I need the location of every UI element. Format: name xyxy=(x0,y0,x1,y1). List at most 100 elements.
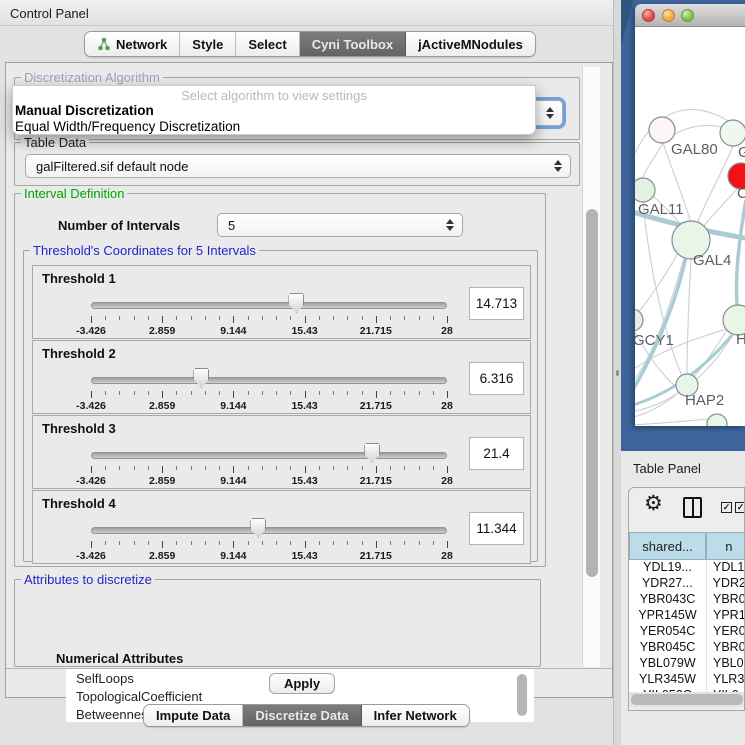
checkbox-icon[interactable]: ✓ xyxy=(721,502,732,513)
table-row[interactable]: YBR045CYBR0 xyxy=(629,640,745,656)
slider-tick xyxy=(148,541,149,545)
menu-item-manual-discretization[interactable]: Manual Discretization xyxy=(15,103,154,118)
table-row[interactable]: YER054CYER0 xyxy=(629,624,745,640)
close-traffic-icon[interactable] xyxy=(642,9,655,22)
table-row[interactable]: YDR27...YDR2 xyxy=(629,576,745,592)
slider-thumb[interactable] xyxy=(193,368,209,388)
slider-tick xyxy=(290,466,291,470)
axis-tick-label: 9.144 xyxy=(209,325,257,337)
slider-track[interactable] xyxy=(91,377,447,384)
slider-tick xyxy=(390,316,391,320)
zoom-traffic-icon[interactable] xyxy=(681,9,694,22)
threshold-1-value-field[interactable]: 14.713 xyxy=(469,287,524,320)
tab-select[interactable]: Select xyxy=(236,32,299,56)
threshold-3-slider: -3.4262.8599.14415.4321.71528 xyxy=(89,440,449,488)
axis-tick-label: 9.144 xyxy=(209,475,257,487)
tab-discretize-data[interactable]: Discretize Data xyxy=(243,705,361,726)
tab-style-label: Style xyxy=(192,37,223,52)
threshold-3-value-field[interactable]: 21.4 xyxy=(469,437,524,470)
slider-tick xyxy=(176,466,177,470)
columns-icon[interactable] xyxy=(683,497,702,518)
slider-tick xyxy=(333,316,334,320)
tab-style[interactable]: Style xyxy=(180,32,236,56)
panel-scrollbar[interactable] xyxy=(582,67,600,667)
slider-tick xyxy=(290,541,291,545)
table-data-combobox[interactable]: galFiltered.sif default node xyxy=(25,154,571,178)
threshold-2-slider: -3.4262.8599.14415.4321.71528 xyxy=(89,365,449,413)
slider-track[interactable] xyxy=(91,302,447,309)
slider-tick xyxy=(433,316,434,320)
minimize-traffic-icon[interactable] xyxy=(662,9,675,22)
screenshot-stage: Control Panel ✕ Network Style Select xyxy=(0,0,745,745)
gear-icon[interactable]: ⚙ xyxy=(644,491,663,516)
table-hscrollbar-thumb[interactable] xyxy=(631,694,743,705)
node-bottom[interactable] xyxy=(707,414,727,426)
slider-thumb[interactable] xyxy=(288,293,304,313)
slider-tick xyxy=(290,391,291,395)
slider-tick xyxy=(262,466,263,470)
slider-tick xyxy=(162,466,163,473)
list-scrollbar-thumb[interactable] xyxy=(517,674,527,716)
tab-cyni-toolbox[interactable]: Cyni Toolbox xyxy=(300,32,406,56)
table-row[interactable]: YBL079WYBL0 xyxy=(629,656,745,672)
threshold-2-value-field[interactable]: 6.316 xyxy=(469,362,524,395)
threshold-4-value-field[interactable]: 11.344 xyxy=(469,512,524,545)
slider-tick xyxy=(305,391,306,398)
table-row[interactable]: YPR145WYPR1 xyxy=(629,608,745,624)
node-label: GAL11 xyxy=(638,201,684,218)
node-gal80[interactable] xyxy=(649,117,675,143)
panel-divider[interactable] xyxy=(613,0,621,745)
table-row[interactable]: YDL19...YDL1 xyxy=(629,560,745,576)
axis-tick-label: 15.43 xyxy=(281,400,329,412)
node-top-right[interactable] xyxy=(720,120,745,146)
slider-tick xyxy=(105,391,106,395)
slider-tick xyxy=(376,541,377,548)
slider-track[interactable] xyxy=(91,452,447,459)
num-intervals-combobox[interactable]: 5 xyxy=(217,213,463,237)
panel-scrollbar-thumb[interactable] xyxy=(586,209,598,577)
slider-thumb[interactable] xyxy=(250,518,266,538)
tab-impute-data[interactable]: Impute Data xyxy=(144,705,243,726)
threshold-2-label: Threshold 2 xyxy=(42,346,116,361)
algorithm-placeholder: Select algorithm to view settings xyxy=(13,88,535,103)
num-intervals-value: 5 xyxy=(228,218,235,233)
slider-tick xyxy=(390,466,391,470)
slider-thumb[interactable] xyxy=(364,443,380,463)
bottom-tabs: Impute Data Discretize Data Infer Networ… xyxy=(143,704,470,727)
slider-tick xyxy=(191,391,192,395)
threshold-4-slider: -3.4262.8599.14415.4321.71528 xyxy=(89,515,449,563)
slider-tick xyxy=(105,316,106,320)
thresholds-group: Threshold's Coordinates for 5 Intervals … xyxy=(23,250,538,562)
column-header-name[interactable]: n xyxy=(706,532,745,560)
menu-item-equal-width-frequency[interactable]: Equal Width/Frequency Discretization xyxy=(15,119,240,134)
column-header-shared[interactable]: shared... xyxy=(629,532,706,560)
slider-tick xyxy=(148,391,149,395)
slider-tick xyxy=(191,541,192,545)
table-data-title: Table Data xyxy=(21,135,89,150)
apply-button[interactable]: Apply xyxy=(269,673,335,694)
slider-tick xyxy=(362,466,363,470)
table-row[interactable]: YLR345WYLR3 xyxy=(629,672,745,688)
table-row[interactable]: YBR043CYBR0 xyxy=(629,592,745,608)
node-gcy1[interactable] xyxy=(635,309,643,331)
slider-tick xyxy=(362,541,363,545)
slider-track[interactable] xyxy=(91,527,447,534)
axis-tick-label: 15.43 xyxy=(281,475,329,487)
tab-network[interactable]: Network xyxy=(85,32,180,56)
tab-infer-network[interactable]: Infer Network xyxy=(362,705,469,726)
slider-tick xyxy=(276,391,277,395)
slider-tick xyxy=(176,541,177,545)
slider-tick xyxy=(447,316,448,323)
table-hscrollbar[interactable] xyxy=(629,692,745,707)
axis-tick-label: 15.43 xyxy=(281,325,329,337)
slider-tick xyxy=(162,391,163,398)
network-canvas[interactable]: GAL80 GA GAL11 C GAL4 GCY1 H HAP2 xyxy=(635,27,745,426)
slider-tick xyxy=(347,466,348,470)
slider-tick xyxy=(404,316,405,320)
tab-jactivemnodules[interactable]: jActiveMNodules xyxy=(406,32,535,56)
node-gal11[interactable] xyxy=(635,178,655,202)
network-icon xyxy=(97,37,111,51)
slider-tick xyxy=(305,316,306,323)
slider-tick xyxy=(119,541,120,545)
checkbox-icon[interactable]: ✓ xyxy=(735,502,745,513)
